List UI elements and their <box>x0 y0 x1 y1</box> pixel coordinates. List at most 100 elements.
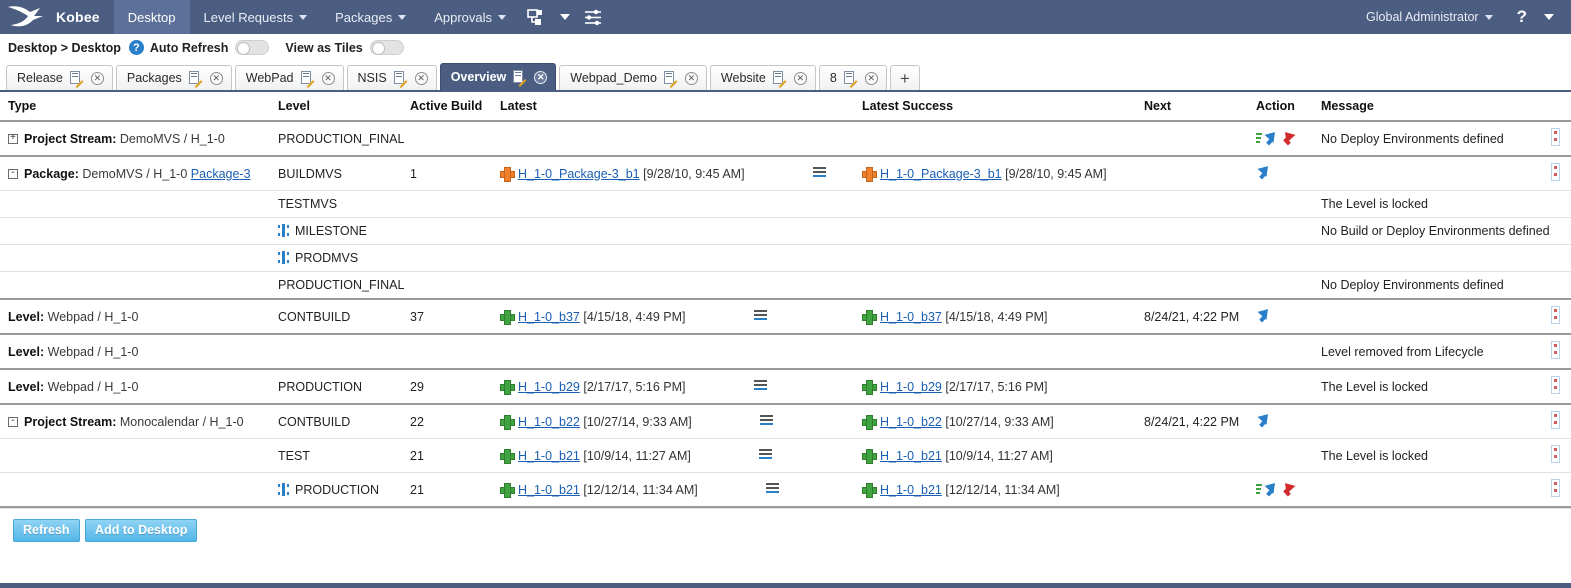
view-as-tiles-toggle[interactable] <box>369 40 404 55</box>
help-icon[interactable]: ? <box>1507 7 1537 27</box>
auto-refresh-toggle[interactable] <box>235 40 270 55</box>
close-icon[interactable]: ✕ <box>321 71 335 85</box>
build-report-icon[interactable] <box>812 166 826 179</box>
tab-webpad[interactable]: WebPad ✕ <box>234 65 344 90</box>
cell-action[interactable] <box>1256 244 1321 272</box>
action-promote-icon[interactable] <box>1256 412 1271 428</box>
latest-build-link[interactable]: H_1-0_b21 <box>518 483 580 497</box>
close-icon[interactable]: ✕ <box>864 71 878 85</box>
nav-item-approvals[interactable]: Approvals <box>420 0 520 34</box>
cell-action[interactable] <box>1256 472 1321 508</box>
tab-webpad-demo[interactable]: Webpad_Demo ✕ <box>559 65 707 90</box>
cell-action[interactable] <box>1256 217 1321 245</box>
latest-success-build-link[interactable]: H_1-0_b29 <box>880 380 942 394</box>
clipped-detail-icon[interactable] <box>1551 479 1560 497</box>
action-promote-rollback-icons[interactable] <box>1256 130 1294 146</box>
edit-icon[interactable] <box>69 71 84 88</box>
close-icon[interactable]: ✕ <box>90 71 104 85</box>
cell-action[interactable] <box>1256 155 1321 191</box>
table-row[interactable]: TESTMVS The Level is locked <box>0 190 1571 218</box>
table-row[interactable]: MILESTONE No Build or Deploy Environments… <box>0 217 1571 245</box>
action-promote-icon[interactable] <box>1256 164 1271 180</box>
latest-build-link[interactable]: H_1-0_b29 <box>518 380 580 394</box>
table-row[interactable]: Level: Webpad / H_1-0 PRODUCTION 29 H_1-0_b… <box>0 368 1571 405</box>
tab-packages[interactable]: Packages ✕ <box>115 65 232 90</box>
clipped-detail-icon[interactable] <box>1551 376 1560 394</box>
nav-item-level-requests[interactable]: Level Requests <box>190 0 322 34</box>
table-row[interactable]: - Project Stream: Monocalendar / H_1-0 CON… <box>0 403 1571 439</box>
package-link[interactable]: Package-3 <box>191 167 251 181</box>
close-icon[interactable]: ✕ <box>534 70 548 84</box>
clipped-detail-icon[interactable] <box>1551 411 1560 429</box>
clipped-detail-icon[interactable] <box>1551 128 1560 146</box>
row-expander[interactable]: - <box>8 417 18 428</box>
table-row[interactable]: PRODMVS <box>0 244 1571 272</box>
action-promote-icon[interactable] <box>1256 307 1271 323</box>
cell-action[interactable] <box>1256 403 1321 439</box>
row-expander[interactable]: + <box>8 134 18 145</box>
nav-item-packages[interactable]: Packages <box>321 0 420 34</box>
edit-icon[interactable] <box>843 71 858 88</box>
chevron-down-icon[interactable] <box>553 0 577 34</box>
latest-success-build-link[interactable]: H_1-0_b22 <box>880 415 942 429</box>
workflow-icon[interactable] <box>520 0 553 34</box>
tab-release[interactable]: Release ✕ <box>6 65 113 90</box>
latest-build-link[interactable]: H_1-0_b21 <box>518 449 580 463</box>
edit-icon[interactable] <box>300 71 314 88</box>
cell-action[interactable] <box>1256 333 1321 370</box>
clipped-detail-icon[interactable] <box>1551 341 1560 359</box>
user-menu[interactable]: Global Administrator <box>1352 10 1507 24</box>
table-row[interactable]: Level: Webpad / H_1-0 Level removed from … <box>0 333 1571 370</box>
close-icon[interactable]: ✕ <box>209 71 223 85</box>
latest-build-link[interactable]: H_1-0_b37 <box>518 310 580 324</box>
close-icon[interactable]: ✕ <box>414 71 428 85</box>
table-row[interactable]: + Project Stream: DemoMVS / H_1-0 PRODUCTI… <box>0 120 1571 157</box>
table-row[interactable]: TEST 21 H_1-0_b21 [10/9/14, 11:27 AM] H_1-0… <box>0 438 1571 473</box>
latest-success-build-link[interactable]: H_1-0_Package-3_b1 <box>880 167 1002 181</box>
table-row[interactable]: Level: Webpad / H_1-0 CONTBUILD 37 H_1-0_b3… <box>0 298 1571 335</box>
build-report-icon[interactable] <box>758 448 772 461</box>
build-report-icon[interactable] <box>765 482 779 495</box>
close-icon[interactable]: ✕ <box>684 71 698 85</box>
latest-success-build-link[interactable]: H_1-0_b21 <box>880 483 942 497</box>
table-row[interactable]: - Package: DemoMVS / H_1-0 Package-3 BUILD… <box>0 155 1571 191</box>
cell-action[interactable] <box>1256 298 1321 335</box>
build-report-icon[interactable] <box>753 379 767 392</box>
clipped-detail-icon[interactable] <box>1551 306 1560 324</box>
latest-success-build-link[interactable]: H_1-0_b37 <box>880 310 942 324</box>
build-report-icon[interactable] <box>753 309 767 322</box>
row-expander[interactable]: - <box>8 169 18 180</box>
tab-overview[interactable]: Overview ✕ <box>439 63 557 90</box>
edit-icon[interactable] <box>188 71 203 88</box>
clipped-detail-icon[interactable] <box>1551 163 1560 181</box>
cell-action[interactable] <box>1256 120 1321 157</box>
cell-action[interactable] <box>1256 190 1321 218</box>
chevron-down-icon[interactable] <box>1537 14 1561 20</box>
tab-nsis[interactable]: NSIS ✕ <box>346 65 437 90</box>
build-report-icon[interactable] <box>759 414 773 427</box>
sliders-icon[interactable] <box>577 0 610 34</box>
latest-build-link[interactable]: H_1-0_b22 <box>518 415 580 429</box>
help-circle-icon[interactable]: ? <box>128 40 144 55</box>
table-row[interactable]: PRODUCTION_FINAL No Deploy Environments d… <box>0 271 1571 300</box>
edit-icon[interactable] <box>772 71 787 88</box>
add-to-desktop-button[interactable]: Add to Desktop <box>85 519 198 542</box>
nav-item-desktop[interactable]: Desktop <box>113 0 190 34</box>
edit-icon[interactable] <box>393 71 408 88</box>
cell-action[interactable] <box>1256 271 1321 300</box>
cell-action[interactable] <box>1256 368 1321 405</box>
add-tab-button[interactable]: + <box>889 65 920 90</box>
action-promote-rollback-icons[interactable] <box>1256 481 1294 497</box>
edit-icon[interactable] <box>663 71 678 88</box>
edit-icon[interactable] <box>513 70 527 87</box>
latest-success-build-link[interactable]: H_1-0_b21 <box>880 449 942 463</box>
chevron-down-icon <box>299 14 308 20</box>
table-row[interactable]: PRODUCTION 21 H_1-0_b21 [12/12/14, 11:34 A… <box>0 472 1571 508</box>
tab-website[interactable]: Website ✕ <box>709 65 816 90</box>
refresh-button[interactable]: Refresh <box>13 519 80 542</box>
cell-action[interactable] <box>1256 438 1321 473</box>
close-icon[interactable]: ✕ <box>793 71 807 85</box>
latest-build-link[interactable]: H_1-0_Package-3_b1 <box>518 167 640 181</box>
tab-8[interactable]: 8 ✕ <box>818 65 887 90</box>
clipped-detail-icon[interactable] <box>1551 445 1560 463</box>
